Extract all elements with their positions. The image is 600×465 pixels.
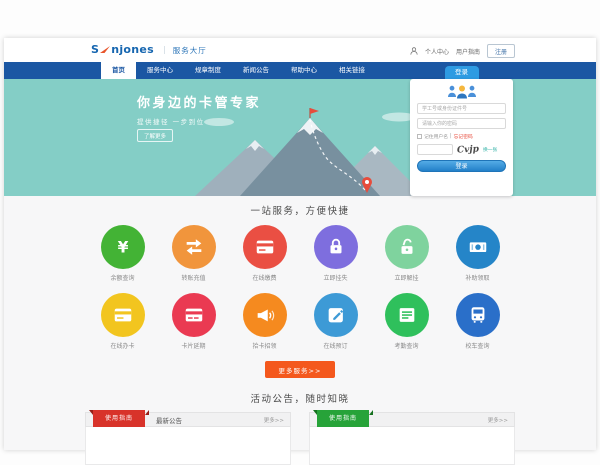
tab-usage-guide-left[interactable]: 使用指南: [93, 410, 145, 427]
login-password-input[interactable]: [417, 118, 506, 129]
nav-item-rules[interactable]: 规章制度: [184, 62, 232, 79]
captcha-input[interactable]: [417, 144, 453, 155]
nav-item-help[interactable]: 帮助中心: [280, 62, 328, 79]
more-link-right[interactable]: 更多>>: [488, 416, 514, 424]
yen-icon: ¥: [112, 236, 134, 258]
bus-icon: [467, 304, 489, 326]
nav-item-links[interactable]: 相关链接: [328, 62, 376, 79]
personal-center-link[interactable]: 个人中心: [425, 47, 449, 56]
banknote-icon: [467, 236, 489, 258]
service-transfer-recharge[interactable]: 转账充值: [158, 225, 229, 282]
service-card-extension[interactable]: 卡片延期: [158, 293, 229, 350]
guide-panel-right: 使用指南 更多>>: [309, 412, 515, 465]
panel-body-left: [85, 427, 291, 465]
user-icon: [410, 47, 418, 55]
login-id-input[interactable]: [417, 103, 506, 114]
panel-tab-bar: 使用指南 最新公告 更多>>: [85, 412, 291, 427]
login-tab[interactable]: 登录: [445, 66, 479, 79]
remember-label: 记住用户名: [424, 133, 448, 140]
service-attendance-query[interactable]: 考勤查询: [371, 293, 442, 350]
logo-divider: |: [163, 45, 166, 54]
service-report-loss[interactable]: 立即挂失: [300, 225, 371, 282]
svg-text:¥: ¥: [117, 239, 128, 257]
service-bus-query[interactable]: 校车查询: [442, 293, 513, 350]
service-balance-query[interactable]: ¥ 余额查询: [87, 225, 158, 282]
more-link-left[interactable]: 更多>>: [264, 416, 290, 424]
login-panel: 登录 记住用户名 |: [410, 66, 513, 196]
hero-banner: 你身边的卡管专家 提供捷径 一步到位 了解更多: [4, 79, 596, 196]
forgot-password-link[interactable]: 忘记密码: [454, 133, 473, 140]
lock-icon: [325, 236, 347, 258]
logo-text-suffix: njones: [111, 43, 154, 56]
nav-item-service-center[interactable]: 服务中心: [136, 62, 184, 79]
megaphone-icon: [254, 304, 276, 326]
services-row-2: 在线办卡 卡片延期 拾卡招领 在线预订 考勤查询 校车查询: [85, 293, 515, 350]
mountain-illustration: [185, 106, 425, 196]
service-subsidy-collect[interactable]: 补助领取: [442, 225, 513, 282]
announcements-title: 活动公告，随时知晓: [4, 391, 596, 405]
card-icon: [112, 304, 134, 326]
users-icon: [446, 84, 478, 99]
announcement-panels: 使用指南 最新公告 更多>> 使用指南 更多>>: [85, 412, 515, 465]
logo[interactable]: S njones | 服务大厅: [91, 43, 207, 56]
service-cancel-loss[interactable]: 立即解挂: [371, 225, 442, 282]
register-button[interactable]: 注册: [487, 44, 515, 58]
more-services-button[interactable]: 更多服务>>: [265, 361, 336, 378]
service-online-card[interactable]: 在线办卡: [87, 293, 158, 350]
transfer-icon: [183, 236, 205, 258]
change-captcha-link[interactable]: 换一张: [483, 146, 497, 153]
page: S njones | 服务大厅 个人中心 用户指南 注册 首页 服务中心 规章制…: [4, 38, 596, 450]
services-title: 一站服务，方便快捷: [4, 203, 596, 217]
login-submit-button[interactable]: 登录: [417, 160, 506, 172]
logo-text-prefix: S: [91, 43, 99, 56]
tab-latest-news[interactable]: 最新公告: [156, 415, 182, 425]
captcha-image[interactable]: Cvjp: [457, 144, 479, 155]
nav-item-home[interactable]: 首页: [101, 62, 136, 79]
panel-tab-bar: 使用指南 更多>>: [309, 412, 515, 427]
card-icon: [183, 304, 205, 326]
lower-sections: 一站服务，方便快捷 ¥ 余额查询 转账充值 在线缴费 立即挂失 立即解挂: [4, 196, 596, 450]
top-header: S njones | 服务大厅 个人中心 用户指南 注册: [4, 38, 596, 62]
remember-checkbox[interactable]: [417, 134, 422, 139]
user-guide-link[interactable]: 用户指南: [456, 47, 480, 56]
panel-body-right: [309, 427, 515, 465]
service-online-payment[interactable]: 在线缴费: [229, 225, 300, 282]
service-online-booking[interactable]: 在线预订: [300, 293, 371, 350]
service-found-card[interactable]: 拾卡招领: [229, 293, 300, 350]
remember-divider: |: [450, 134, 452, 139]
banner-cta-button[interactable]: 了解更多: [137, 129, 173, 142]
services-row-1: ¥ 余额查询 转账充值 在线缴费 立即挂失 立即解挂 补助领取: [85, 225, 515, 282]
tab-usage-guide-right[interactable]: 使用指南: [317, 410, 369, 427]
list-icon: [396, 304, 418, 326]
nav-item-news[interactable]: 新闻公告: [232, 62, 280, 79]
unlock-icon: [396, 236, 418, 258]
logo-arrow-icon: [100, 45, 110, 54]
card-icon: [254, 236, 276, 258]
site-name: 服务大厅: [173, 43, 207, 56]
edit-icon: [325, 304, 347, 326]
guide-panel-left: 使用指南 最新公告 更多>>: [85, 412, 291, 465]
